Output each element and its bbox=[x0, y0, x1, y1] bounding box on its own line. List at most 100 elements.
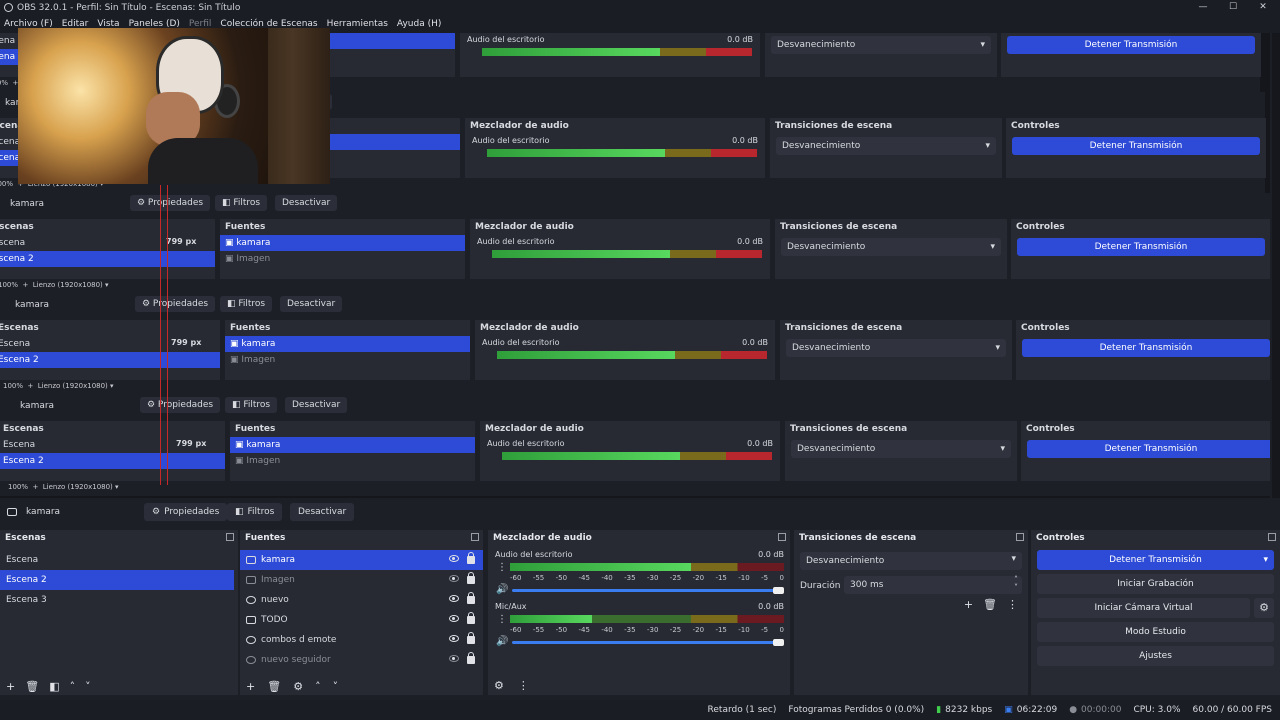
popout-icon[interactable] bbox=[1016, 533, 1024, 541]
eye-icon[interactable] bbox=[449, 555, 459, 562]
popout-icon[interactable] bbox=[778, 533, 786, 541]
eye-off-icon[interactable] bbox=[449, 655, 459, 662]
lock-icon[interactable] bbox=[467, 572, 475, 584]
channel-db: 0.0 dB bbox=[758, 550, 784, 559]
close-button[interactable]: ✕ bbox=[1248, 0, 1278, 15]
volume-knob[interactable] bbox=[773, 639, 784, 646]
scene-label: Escena bbox=[6, 555, 39, 565]
popout-icon[interactable] bbox=[226, 533, 234, 541]
move-down-icon[interactable]: ˅ bbox=[333, 680, 339, 693]
popout-icon[interactable] bbox=[1268, 533, 1276, 541]
eye-off-icon[interactable] bbox=[449, 575, 459, 582]
record-time: 00:00:00 bbox=[1081, 705, 1122, 715]
source-item[interactable]: nuevo bbox=[240, 590, 483, 610]
audio-mixer-dock: Mezclador de audioAudio del escritorio0.… bbox=[460, 33, 760, 77]
advanced-audio-icon[interactable]: ⚙ bbox=[494, 679, 504, 692]
pixel-ruler-label: 799 px bbox=[171, 338, 202, 347]
stop-stream-button[interactable]: Detener Transmisión ▾ bbox=[1037, 550, 1274, 570]
add-scene-icon[interactable]: + bbox=[6, 680, 15, 693]
kebab-icon[interactable]: ⋮ bbox=[497, 614, 507, 625]
duration-field[interactable]: 300 ms ˄ ˅ bbox=[844, 575, 1022, 594]
fps: 60.00 / 60.00 FPS bbox=[1192, 705, 1272, 715]
volume-slider[interactable] bbox=[512, 641, 782, 644]
volume-slider[interactable] bbox=[512, 589, 782, 592]
scene-item[interactable]: Escena bbox=[0, 550, 238, 570]
properties-button: ⚙ Propiedades bbox=[140, 397, 221, 413]
start-recording-button[interactable]: Iniciar Grabación bbox=[1037, 574, 1274, 594]
transition-select[interactable]: Desvanecimiento ▾ bbox=[800, 552, 1022, 570]
stream-icon: ▣ bbox=[1004, 705, 1013, 715]
eye-icon[interactable] bbox=[449, 635, 459, 642]
scene-item-selected[interactable]: Escena 2 bbox=[0, 570, 234, 590]
trash-icon[interactable]: 🗑 bbox=[267, 680, 281, 693]
image-icon bbox=[246, 576, 256, 584]
scene-item[interactable]: Escena 3 bbox=[0, 590, 238, 610]
selected-source-label: kamara bbox=[15, 300, 50, 310]
filters-label: Filtros bbox=[247, 507, 275, 517]
source-item-selected[interactable]: kamara bbox=[240, 550, 483, 570]
source-item[interactable]: nuevo seguidor bbox=[240, 650, 483, 670]
add-transition-icon[interactable]: + bbox=[964, 598, 973, 611]
source-item[interactable]: combos d emote bbox=[240, 630, 483, 650]
preview-scrollbar[interactable] bbox=[1272, 33, 1280, 498]
maximize-button[interactable]: ☐ bbox=[1218, 0, 1248, 15]
menu-ayuda[interactable]: Ayuda (H) bbox=[397, 19, 441, 29]
gear-icon: ⚙ bbox=[152, 507, 161, 517]
speaker-icon[interactable]: 🔊 bbox=[496, 636, 508, 647]
record-icon: ● bbox=[1069, 705, 1078, 715]
eye-icon[interactable] bbox=[449, 595, 459, 602]
minimize-button[interactable]: — bbox=[1188, 0, 1218, 15]
filters-button[interactable]: ◧ Filtros bbox=[227, 503, 283, 521]
window-title: OBS 32.0.1 - Perfil: Sin Título - Escena… bbox=[17, 2, 241, 13]
browser-icon bbox=[246, 636, 256, 644]
sources-dock: Fuentes▣ kamara▣ Imagen bbox=[220, 219, 465, 279]
channel-name: Audio del escritorio bbox=[495, 550, 573, 559]
channel-db: 0.0 dB bbox=[758, 602, 784, 611]
sources-header: Fuentes bbox=[240, 530, 483, 546]
meter-scale: -60 -55 -50 -45 -40 -35 -30 -25 -20 -15 -10 -5 0 bbox=[510, 574, 784, 582]
source-item[interactable]: Imagen bbox=[240, 570, 483, 590]
chevron-down-icon: ▾ bbox=[1011, 554, 1016, 564]
move-down-icon[interactable]: ˅ bbox=[85, 680, 91, 693]
duration-label: Duración bbox=[800, 581, 841, 591]
trash-icon[interactable]: 🗑 bbox=[25, 680, 39, 693]
move-up-icon[interactable]: ˄ bbox=[70, 680, 76, 693]
lock-icon[interactable] bbox=[467, 552, 475, 564]
preview-echo-row: kamara ⚙ Propiedades◧ Filtros Desactivar Es… bbox=[0, 294, 1270, 395]
source-item[interactable]: TODO bbox=[240, 610, 483, 630]
spin-down-icon[interactable]: ˅ bbox=[1014, 583, 1018, 592]
menu-herramientas[interactable]: Herramientas bbox=[327, 19, 388, 29]
lock-icon[interactable] bbox=[467, 632, 475, 644]
chevron-down-icon[interactable]: ▾ bbox=[1263, 555, 1268, 565]
virtual-camera-settings-icon[interactable]: ⚙ bbox=[1254, 598, 1274, 618]
source-toolbar: kamara ⚙ Propiedades◧ Filtros Desactivar bbox=[0, 397, 1270, 415]
controls-title: Controles bbox=[1036, 533, 1085, 543]
source-toolbar: kamara ⚙ Propiedades◧ Filtros Desactivar bbox=[0, 296, 1270, 314]
source-toolbar: kamara ⚙ Propiedades◧ Filtros Desactivar bbox=[0, 195, 1270, 213]
start-virtual-camera-button[interactable]: Iniciar Cámara Virtual bbox=[1037, 598, 1250, 618]
deactivate-button[interactable]: Desactivar bbox=[290, 503, 355, 521]
source-label: TODO bbox=[261, 615, 288, 625]
eye-icon[interactable] bbox=[449, 615, 459, 622]
lock-icon[interactable] bbox=[467, 612, 475, 624]
gear-icon[interactable]: ⚙ bbox=[293, 680, 303, 693]
volume-knob[interactable] bbox=[773, 587, 784, 594]
filters-button: ◧ Filtros bbox=[225, 397, 278, 413]
filter-icon[interactable]: ◧ bbox=[49, 680, 59, 693]
webcam-preview bbox=[18, 28, 330, 184]
trash-icon[interactable]: 🗑 bbox=[983, 598, 997, 611]
kebab-icon[interactable]: ⋮ bbox=[1007, 598, 1018, 611]
kebab-icon[interactable]: ⋮ bbox=[497, 562, 507, 573]
browser-icon bbox=[246, 656, 256, 664]
lock-icon[interactable] bbox=[467, 592, 475, 604]
speaker-icon[interactable]: 🔊 bbox=[496, 584, 508, 595]
studio-mode-button[interactable]: Modo Estudio bbox=[1037, 622, 1274, 642]
add-source-icon[interactable]: + bbox=[246, 680, 255, 693]
popout-icon[interactable] bbox=[471, 533, 479, 541]
move-up-icon[interactable]: ˄ bbox=[315, 680, 321, 693]
lock-icon[interactable] bbox=[467, 652, 475, 664]
properties-button[interactable]: ⚙ Propiedades bbox=[144, 503, 228, 521]
deactivate-button: Desactivar bbox=[275, 195, 338, 211]
kebab-icon[interactable]: ⋮ bbox=[518, 679, 529, 692]
settings-button[interactable]: Ajustes bbox=[1037, 646, 1274, 666]
